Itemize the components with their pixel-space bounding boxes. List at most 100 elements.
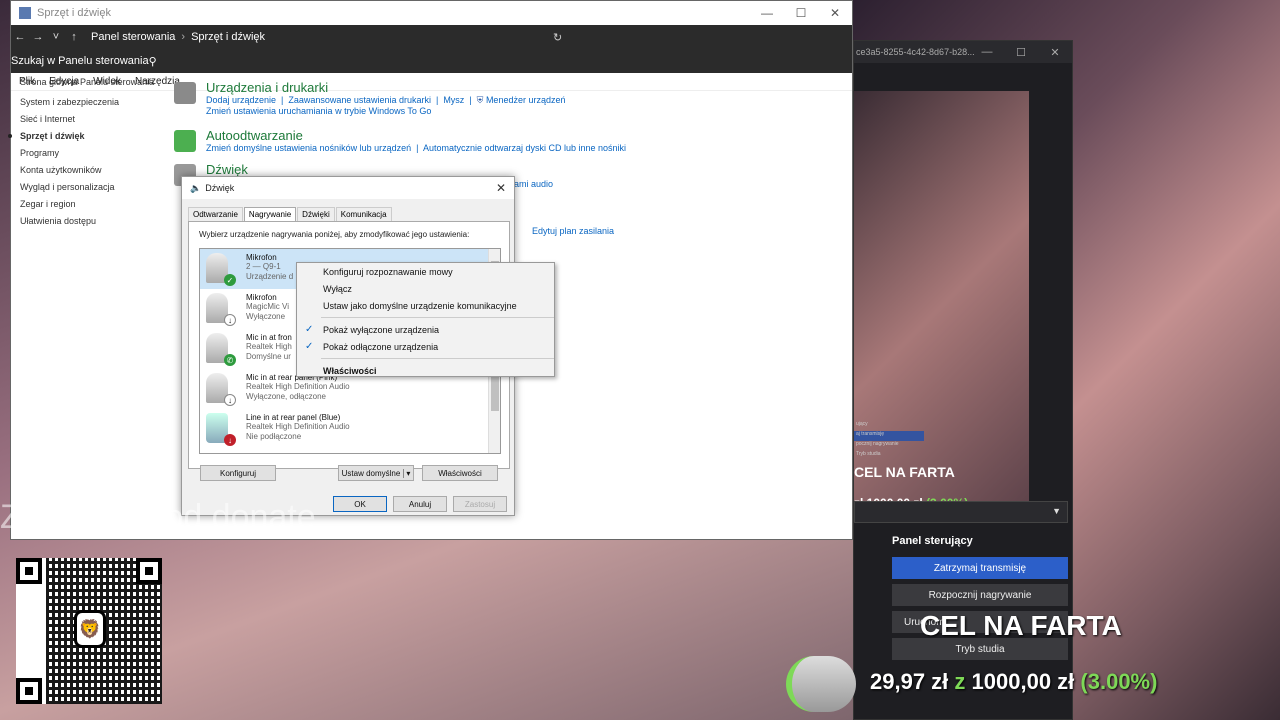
breadcrumb[interactable]: Panel sterowania › Sprzęt i dźwięk [83, 25, 553, 49]
refresh-icon[interactable]: ↻ [553, 31, 562, 44]
device-driver: Realtek High [246, 342, 292, 351]
mini-item: aj transmisję [854, 431, 924, 441]
search-input[interactable]: Szukaj w Panelu sterowania ⚲ [11, 49, 852, 73]
section-title[interactable]: Autoodtwarzanie [206, 128, 764, 143]
close-icon[interactable]: ✕ [818, 1, 852, 25]
tab-sounds[interactable]: Dźwięki [297, 207, 335, 221]
section-title[interactable]: Dźwięk [206, 162, 464, 177]
up-icon[interactable]: ↑ [65, 31, 83, 43]
close-icon[interactable]: ✕ [1038, 41, 1072, 63]
minimize-icon[interactable]: — [970, 41, 1004, 63]
set-default-button[interactable]: Ustaw domyślne ▾ [338, 465, 414, 481]
sidebar-item[interactable]: Wygląd i personalizacja [20, 181, 160, 193]
address-bar: ← → ˅ ↑ Panel sterowania › Sprzęt i dźwi… [11, 25, 852, 49]
apply-button: Zastosuj [453, 496, 507, 512]
device-status: Urządzenie d [246, 272, 294, 281]
tab-playback[interactable]: Odtwarzanie [188, 207, 243, 221]
context-menu: Konfiguruj rozpoznawanie mowy Wyłącz Ust… [296, 262, 555, 377]
chevron-down-icon: ▼ [1052, 506, 1061, 516]
qr-finder [16, 558, 42, 584]
device-name: Mic in at fron [246, 333, 292, 342]
device-name: Line in at rear panel (Blue) [246, 413, 341, 422]
tab-bar: Odtwarzanie Nagrywanie Dźwięki Komunikac… [182, 199, 514, 221]
donate-watermark: Zeskanuj kod donate [0, 498, 316, 536]
check-icon: ✓ [224, 274, 236, 286]
device-driver: MagicMic Vi [246, 302, 289, 311]
sidebar-item[interactable]: Zegar i region [20, 198, 160, 210]
menu-item-checked[interactable]: Pokaż wyłączone urządzenia [297, 321, 554, 338]
microphone-icon: ✓ [206, 253, 236, 286]
maximize-icon[interactable]: ☐ [1004, 41, 1038, 63]
menu-separator [321, 317, 554, 318]
chevron-down-icon[interactable]: ˅ [47, 31, 65, 43]
sidebar-item[interactable]: Ułatwienia dostępu [20, 215, 160, 227]
menu-item[interactable]: Wyłącz [297, 280, 554, 297]
link[interactable]: Zmień ustawienia uruchamiania w trybie W… [206, 106, 764, 116]
menu-item-checked[interactable]: Pokaż odłączone urządzenia [297, 338, 554, 355]
device-name: Mikrofon [246, 293, 277, 302]
lion-logo-icon: 🦁 [74, 610, 106, 648]
device-status: Nie podłączone [246, 432, 302, 441]
line-in-icon: ↓ [206, 413, 236, 446]
menu-item[interactable]: Właściwości [297, 362, 554, 379]
ok-button[interactable]: OK [333, 496, 387, 512]
sidebar-item[interactable]: Strona główna Panelu sterowania [20, 76, 160, 88]
link[interactable]: Dodaj urządzenie [206, 95, 276, 105]
chevron-right-icon: › [181, 31, 186, 43]
search-icon: ⚲ [148, 55, 157, 68]
cancel-button[interactable]: Anuluj [393, 496, 447, 512]
link[interactable]: ami audio [514, 179, 553, 189]
phone-icon: ✆ [224, 354, 236, 366]
dialog-title: Dźwięk [205, 183, 235, 193]
autoplay-icon [174, 130, 196, 152]
menu-item[interactable]: Ustaw jako domyślne urządzenie komunikac… [297, 297, 554, 314]
sidebar-item[interactable]: System i zabezpieczenia [20, 96, 160, 108]
sidebar-item[interactable]: Konta użytkowników [20, 164, 160, 176]
menu-item[interactable]: Konfiguruj rozpoznawanie mowy [297, 263, 554, 280]
sidebar-item[interactable]: Programy [20, 147, 160, 159]
arrow-down-icon: ↓ [224, 434, 236, 446]
control-panel-icon [19, 7, 31, 19]
speaker-icon: 🔈 [190, 182, 202, 193]
maximize-icon[interactable]: ☐ [784, 1, 818, 25]
menu-separator [321, 358, 554, 359]
scene-dropdown[interactable]: ▼ [854, 501, 1068, 523]
donate-qr-code: 🦁 [16, 558, 162, 704]
list-item[interactable]: ↓ Line in at rear panel (Blue) Realtek Hi… [200, 409, 500, 449]
link[interactable]: Automatycznie odtwarzaj dyski CD lub inn… [423, 143, 626, 153]
microphone-icon: ↓ [206, 293, 236, 326]
link[interactable]: Menedżer urządzeń [486, 95, 566, 105]
link[interactable]: Mysz [443, 95, 464, 105]
stop-stream-button[interactable]: Zatrzymaj transmisję [892, 557, 1068, 579]
sidebar-item[interactable]: Sieć i Internet [20, 113, 160, 125]
section-devices: Urządzenia i drukarki Dodaj urządzenie |… [164, 80, 764, 116]
properties-button[interactable]: Właściwości [422, 465, 498, 481]
arrow-down-icon: ↓ [224, 394, 236, 406]
mini-item: Tryb studia [856, 451, 881, 457]
sidebar-item-active[interactable]: Sprzęt i dźwięk [8, 130, 160, 142]
mini-goal-title: CEL NA FARTA [854, 464, 955, 480]
control-panel-header: Panel sterujący [892, 535, 973, 547]
search-placeholder: Szukaj w Panelu sterowania [11, 55, 149, 67]
chevron-down-icon[interactable]: ▾ [403, 468, 410, 478]
tab-recording[interactable]: Nagrywanie [243, 207, 297, 221]
breadcrumb-item[interactable]: Panel sterowania [91, 31, 175, 43]
section-title[interactable]: Urządzenia i drukarki [206, 80, 764, 95]
breadcrumb-item[interactable]: Sprzęt i dźwięk [191, 31, 265, 43]
link[interactable]: Zaawansowane ustawienia drukarki [288, 95, 431, 105]
tab-communications[interactable]: Komunikacja [335, 207, 392, 221]
forward-icon[interactable]: → [29, 31, 47, 43]
configure-button[interactable]: Konfiguruj [200, 465, 276, 481]
sidebar: Strona główna Panelu sterowania System i… [8, 76, 160, 232]
start-recording-button[interactable]: Rozpocznij nagrywanie [892, 584, 1068, 606]
link[interactable]: Zmień domyślne ustawienia nośników lub u… [206, 143, 411, 153]
device-driver: Realtek High Definition Audio [246, 422, 350, 431]
link[interactable]: Edytuj plan zasilania [532, 226, 614, 236]
minimize-icon[interactable]: — [750, 1, 784, 25]
qr-finder [136, 558, 162, 584]
section-autoplay: Autoodtwarzanie Zmień domyślne ustawieni… [164, 128, 764, 153]
goal-title: CEL NA FARTA [920, 610, 1122, 641]
close-icon[interactable]: ✕ [496, 181, 506, 195]
back-icon[interactable]: ← [11, 31, 29, 43]
window-title: Sprzęt i dźwięk [37, 7, 111, 19]
